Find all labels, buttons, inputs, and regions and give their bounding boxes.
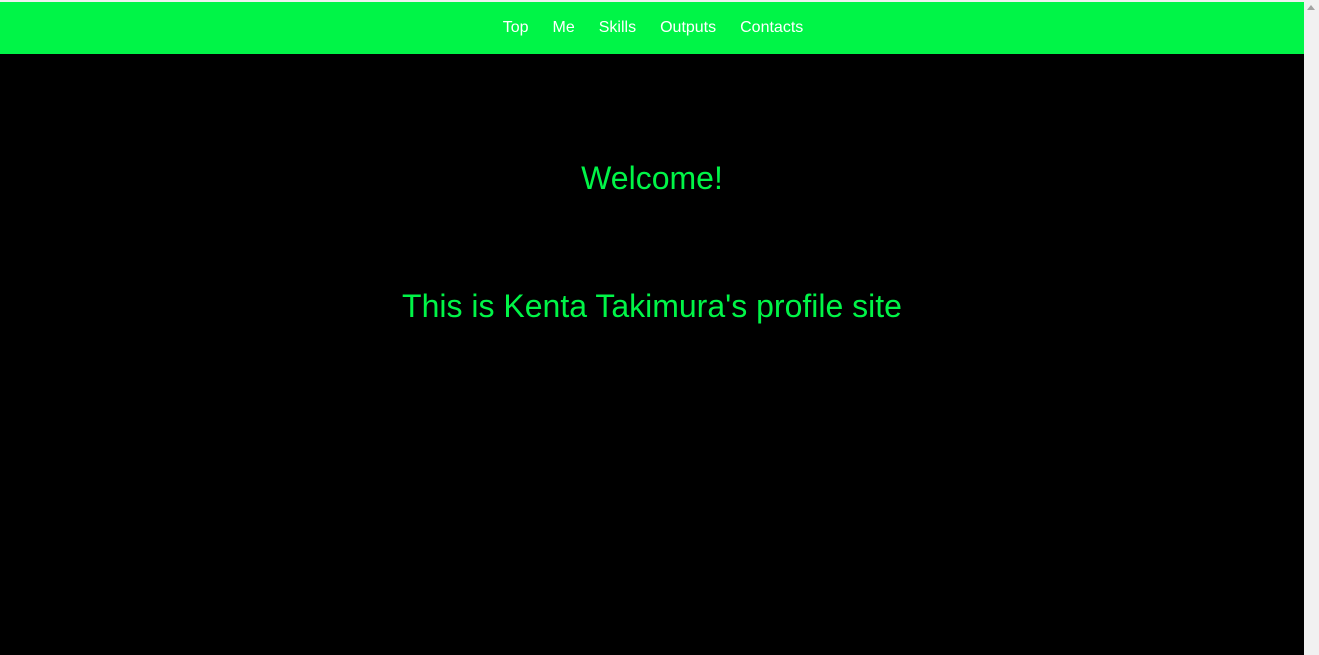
page-content: Top Me Skills Outputs Contacts Welcome! … (0, 0, 1304, 655)
vertical-scrollbar[interactable] (1304, 0, 1319, 655)
nav-item-top[interactable]: Top (503, 18, 529, 38)
welcome-heading: Welcome! (581, 160, 723, 196)
hero-section: Welcome! This is Kenta Takimura's profil… (0, 54, 1304, 655)
nav-item-contacts[interactable]: Contacts (740, 18, 803, 38)
top-navbar: Top Me Skills Outputs Contacts (0, 2, 1304, 54)
browser-viewport: Top Me Skills Outputs Contacts Welcome! … (0, 0, 1319, 655)
nav-list: Top Me Skills Outputs Contacts (491, 18, 816, 38)
scroll-up-arrow-icon[interactable] (1307, 5, 1315, 10)
nav-item-me[interactable]: Me (553, 18, 575, 38)
nav-item-outputs[interactable]: Outputs (660, 18, 716, 38)
nav-item-skills[interactable]: Skills (599, 18, 636, 38)
profile-subtitle: This is Kenta Takimura's profile site (402, 288, 902, 324)
